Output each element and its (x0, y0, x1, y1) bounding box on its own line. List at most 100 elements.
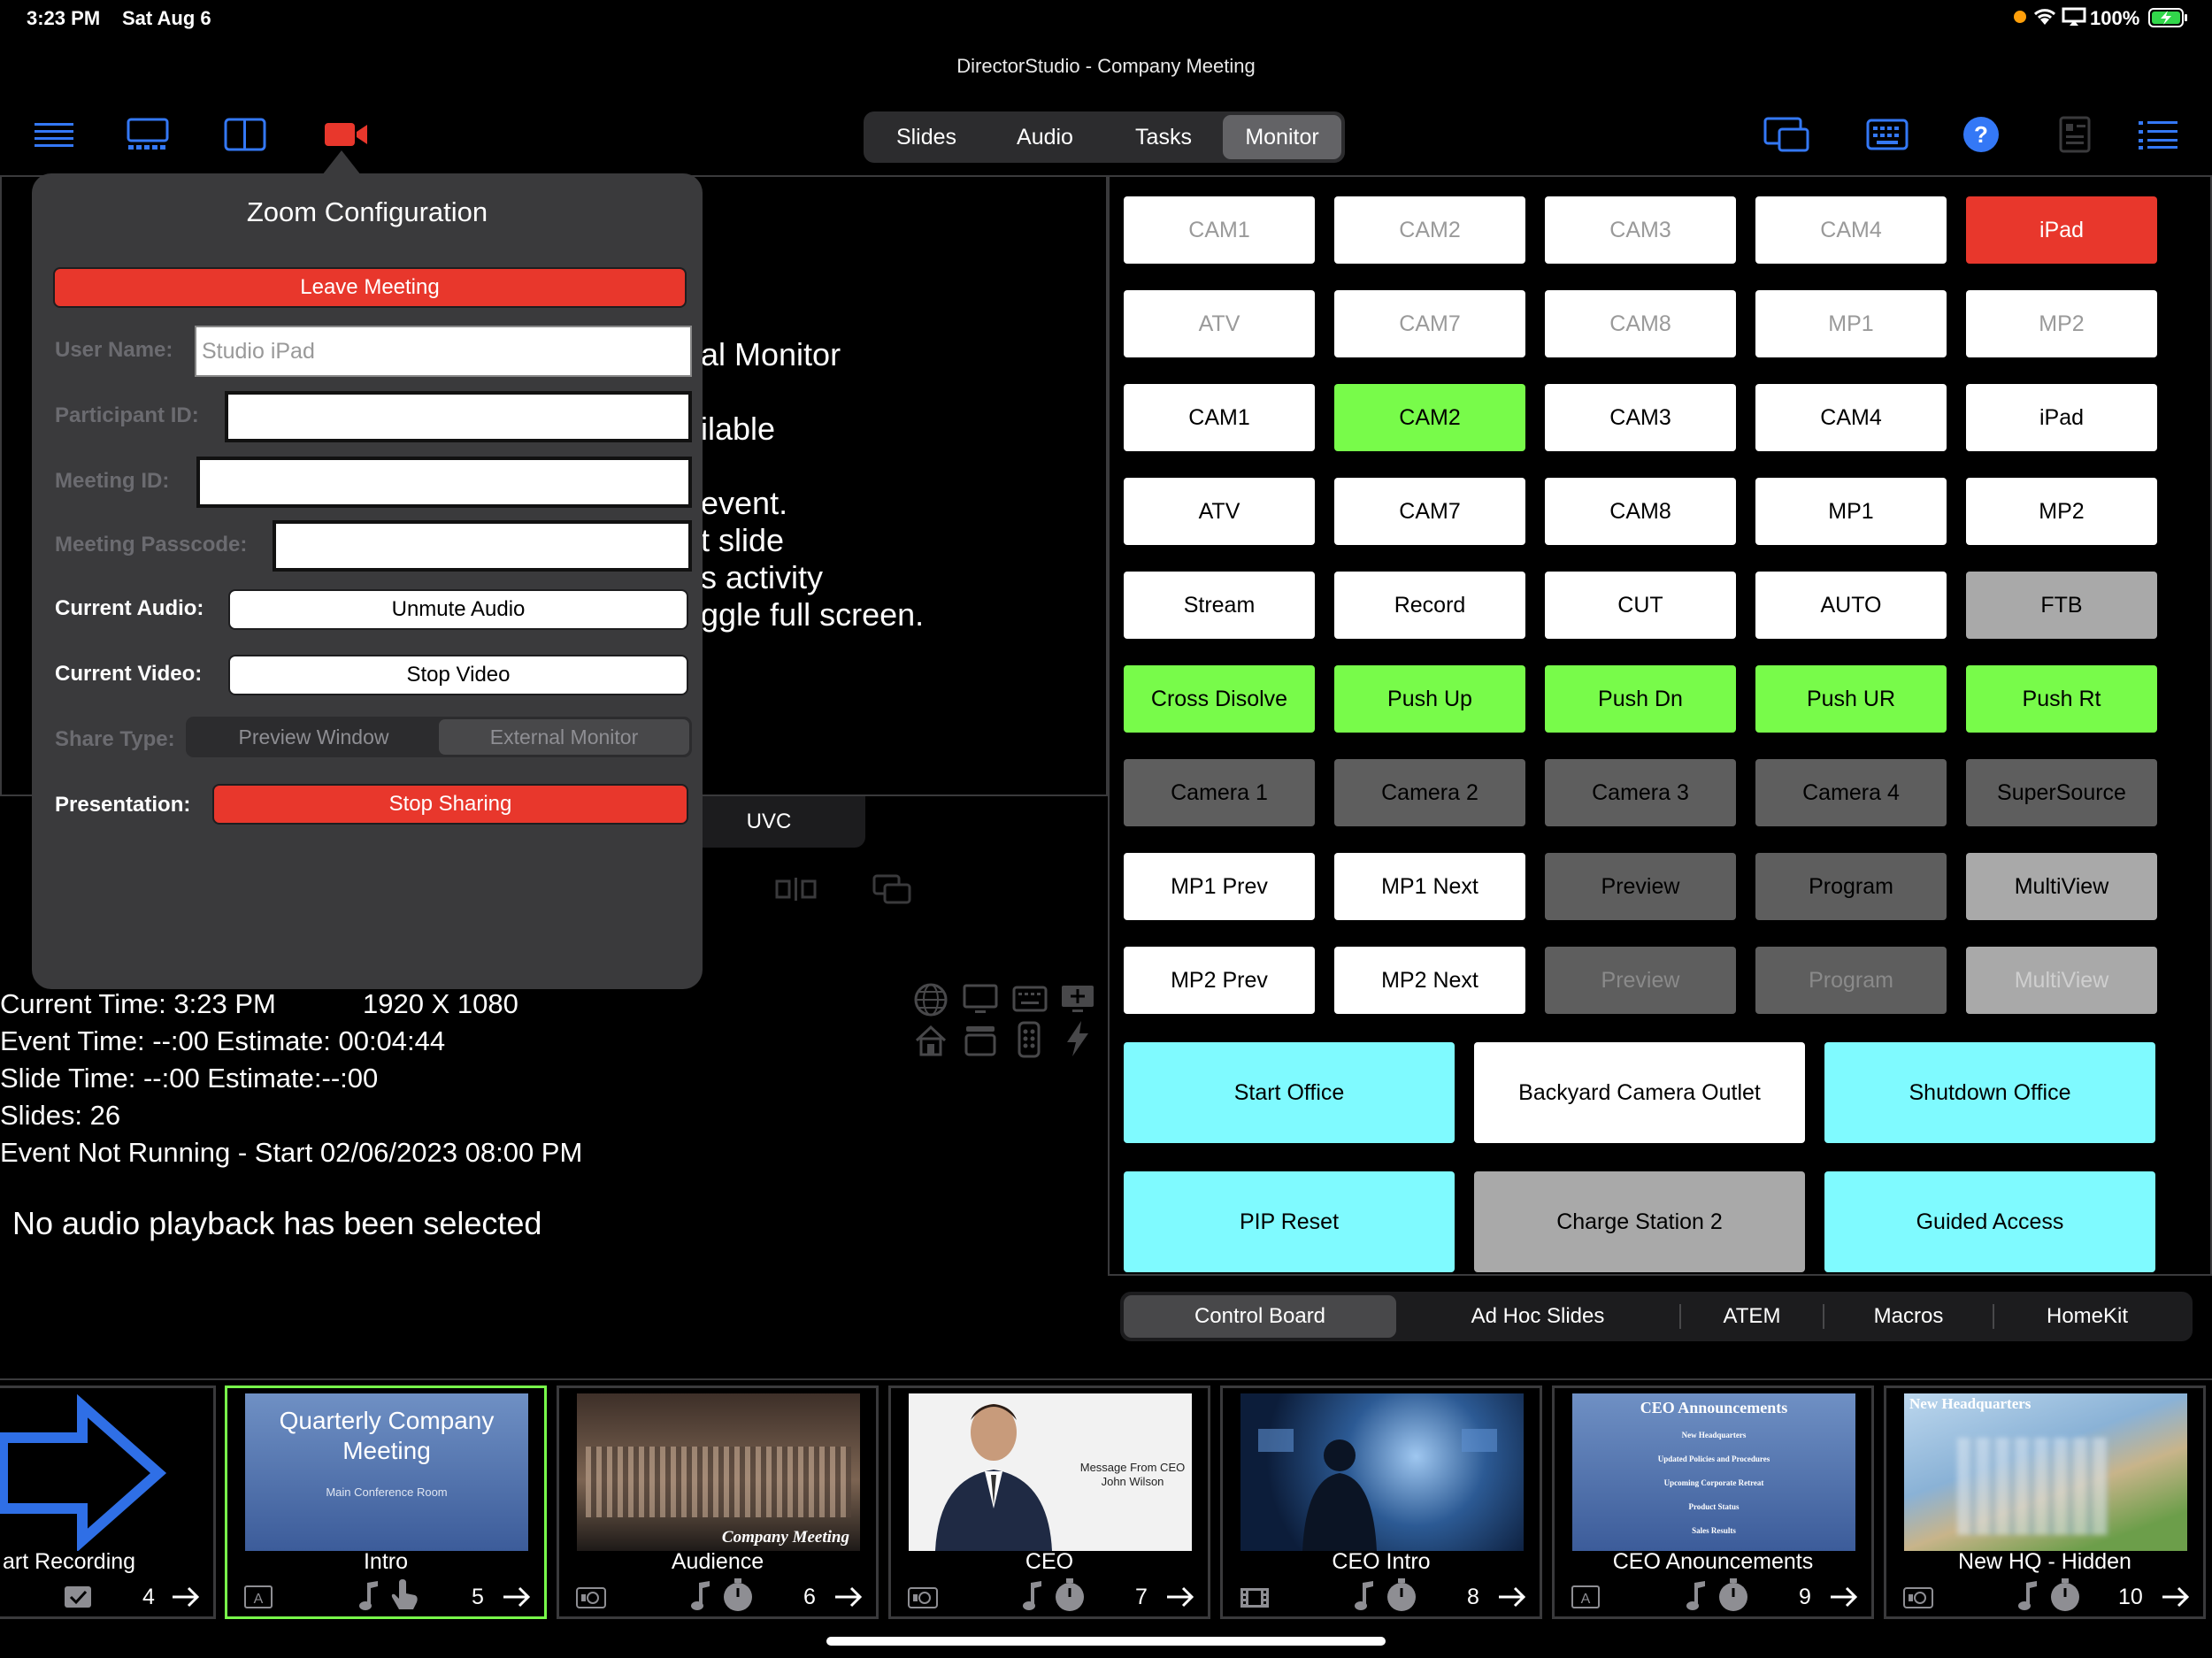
meeting-passcode-field[interactable] (273, 520, 692, 572)
overlay-screens-icon[interactable] (872, 874, 911, 909)
menu-icon[interactable] (28, 115, 80, 154)
macro-button-pip-reset[interactable]: PIP Reset (1124, 1171, 1455, 1272)
control-button-record[interactable]: Record (1334, 572, 1525, 639)
control-button-cam3[interactable]: CAM3 (1545, 384, 1736, 451)
control-button-ipad[interactable]: iPad (1966, 384, 2157, 451)
control-button-mp2-next[interactable]: MP2 Next (1334, 947, 1525, 1014)
control-button-camera-2[interactable]: Camera 2 (1334, 759, 1525, 826)
advance-arrow-icon[interactable] (1165, 1585, 1197, 1609)
advance-arrow-icon[interactable] (171, 1585, 203, 1609)
control-button-multiview[interactable]: MultiView (1966, 853, 2157, 920)
control-button-mp2[interactable]: MP2 (1966, 290, 2157, 357)
participant-id-field[interactable] (225, 391, 692, 442)
slide-thumbnail[interactable]: CEO Intro 8 (1220, 1386, 1542, 1619)
slides-grid-icon[interactable] (122, 115, 173, 154)
video-camera-icon[interactable] (320, 115, 372, 154)
control-button-cam8[interactable]: CAM8 (1545, 290, 1736, 357)
help-icon[interactable]: ? (1955, 115, 2007, 154)
control-button-mp1[interactable]: MP1 (1755, 478, 1947, 545)
control-button-push-up[interactable]: Push Up (1334, 665, 1525, 733)
control-button-camera-1[interactable]: Camera 1 (1124, 759, 1315, 826)
control-button-cam8[interactable]: CAM8 (1545, 478, 1736, 545)
meeting-id-field[interactable] (196, 457, 692, 508)
advance-arrow-icon[interactable] (502, 1585, 534, 1609)
video-clip-icon (908, 1587, 938, 1608)
slide-number: 4 (142, 1585, 155, 1609)
user-name-field[interactable]: Studio iPad (195, 326, 692, 377)
control-button-cam3[interactable]: CAM3 (1545, 196, 1736, 264)
control-button-program[interactable]: Program (1755, 853, 1947, 920)
stop-video-button[interactable]: Stop Video (228, 655, 688, 695)
control-button-cut[interactable]: CUT (1545, 572, 1736, 639)
unmute-audio-button[interactable]: Unmute Audio (228, 589, 688, 630)
slide-thumbnail[interactable]: art Recording 4 (0, 1386, 216, 1619)
advance-arrow-icon[interactable] (2161, 1585, 2193, 1609)
advance-arrow-icon[interactable] (1829, 1585, 1861, 1609)
leave-meeting-button[interactable]: Leave Meeting (53, 267, 687, 308)
split-screen-icon[interactable] (775, 876, 818, 907)
video-clip-icon (1903, 1587, 1933, 1608)
control-button-ftb[interactable]: FTB (1966, 572, 2157, 639)
tab-tasks[interactable]: Tasks (1104, 115, 1223, 159)
control-button-ipad[interactable]: iPad (1966, 196, 2157, 264)
tab-slides[interactable]: Slides (867, 115, 986, 159)
control-button-atv[interactable]: ATV (1124, 478, 1315, 545)
tab-audio[interactable]: Audio (986, 115, 1104, 159)
control-button-multiview[interactable]: MultiView (1966, 947, 2157, 1014)
home-indicator[interactable] (826, 1637, 1386, 1646)
macro-button-charge-station-2[interactable]: Charge Station 2 (1474, 1171, 1805, 1272)
screen-mirror-icon[interactable] (1761, 115, 1812, 154)
advance-arrow-icon[interactable] (1497, 1585, 1529, 1609)
control-button-mp1-prev[interactable]: MP1 Prev (1124, 853, 1315, 920)
tab-control-board[interactable]: Control Board (1124, 1295, 1396, 1338)
control-button-stream[interactable]: Stream (1124, 572, 1315, 639)
control-button-cam7[interactable]: CAM7 (1334, 290, 1525, 357)
control-button-cam2[interactable]: CAM2 (1334, 196, 1525, 264)
control-button-atv[interactable]: ATV (1124, 290, 1315, 357)
control-button-cam1[interactable]: CAM1 (1124, 196, 1315, 264)
keyboard-icon[interactable] (1862, 115, 1913, 154)
control-button-push-ur[interactable]: Push UR (1755, 665, 1947, 733)
slide-thumbnail[interactable]: Quarterly Company Meeting Main Conferenc… (225, 1386, 547, 1619)
control-button-supersource[interactable]: SuperSource (1966, 759, 2157, 826)
control-button-mp2[interactable]: MP2 (1966, 478, 2157, 545)
control-button-cam4[interactable]: CAM4 (1755, 196, 1947, 264)
stop-sharing-button[interactable]: Stop Sharing (212, 784, 688, 825)
slide-thumbnail[interactable]: New Headquarters New HQ - Hidden 10 (1884, 1386, 2206, 1619)
macro-button-guided-access[interactable]: Guided Access (1824, 1171, 2155, 1272)
control-button-preview[interactable]: Preview (1545, 947, 1736, 1014)
tab-macros[interactable]: Macros (1824, 1295, 1993, 1338)
control-button-camera-4[interactable]: Camera 4 (1755, 759, 1947, 826)
macro-button-shutdown-office[interactable]: Shutdown Office (1824, 1042, 2155, 1143)
control-button-auto[interactable]: AUTO (1755, 572, 1947, 639)
tab-homekit[interactable]: HomeKit (1994, 1295, 2180, 1338)
control-button-cross-disolve[interactable]: Cross Disolve (1124, 665, 1315, 733)
thumb-bullet: Sales Results (1692, 1526, 1736, 1535)
control-button-mp2-prev[interactable]: MP2 Prev (1124, 947, 1315, 1014)
control-button-push-rt[interactable]: Push Rt (1966, 665, 2157, 733)
tab-monitor[interactable]: Monitor (1223, 115, 1341, 159)
slide-thumbnail[interactable]: Message From CEO John Wilson CEO 7 (888, 1386, 1210, 1619)
macro-button-backyard-camera-outlet[interactable]: Backyard Camera Outlet (1474, 1042, 1805, 1143)
control-button-cam2[interactable]: CAM2 (1334, 384, 1525, 451)
list-icon[interactable] (2132, 115, 2184, 154)
share-option-preview-window[interactable]: Preview Window (188, 719, 439, 755)
slide-info-icon[interactable] (2049, 115, 2101, 154)
slide-thumbnail[interactable]: Company Meeting Audience 6 (557, 1386, 879, 1619)
control-button-cam1[interactable]: CAM1 (1124, 384, 1315, 451)
macro-button-start-office[interactable]: Start Office (1124, 1042, 1455, 1143)
slide-thumbnail[interactable]: CEO Announcements New Headquarters Updat… (1552, 1386, 1874, 1619)
control-button-mp1[interactable]: MP1 (1755, 290, 1947, 357)
control-button-cam4[interactable]: CAM4 (1755, 384, 1947, 451)
control-button-program[interactable]: Program (1755, 947, 1947, 1014)
share-option-external-monitor[interactable]: External Monitor (439, 719, 689, 755)
control-button-cam7[interactable]: CAM7 (1334, 478, 1525, 545)
advance-arrow-icon[interactable] (833, 1585, 865, 1609)
tab-atem[interactable]: ATEM (1681, 1295, 1823, 1338)
tab-ad-hoc-slides[interactable]: Ad Hoc Slides (1396, 1295, 1679, 1338)
control-button-preview[interactable]: Preview (1545, 853, 1736, 920)
control-button-mp1-next[interactable]: MP1 Next (1334, 853, 1525, 920)
control-button-camera-3[interactable]: Camera 3 (1545, 759, 1736, 826)
split-view-icon[interactable] (219, 115, 271, 154)
control-button-push-dn[interactable]: Push Dn (1545, 665, 1736, 733)
